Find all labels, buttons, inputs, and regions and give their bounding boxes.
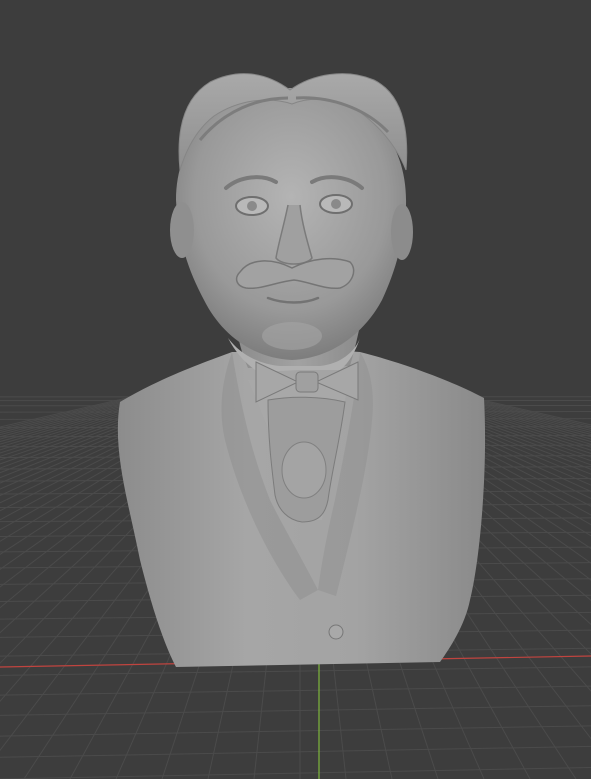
bow-tie-center [295, 371, 319, 393]
grid-line [0, 685, 591, 696]
iris-right [331, 199, 341, 209]
button [328, 624, 344, 640]
3d-viewport[interactable] [0, 0, 591, 779]
ear-left [170, 202, 194, 258]
grid-line [0, 666, 591, 676]
chin [262, 322, 322, 350]
grid-line [0, 725, 591, 737]
bust-sculpture[interactable] [117, 73, 486, 667]
grid-line [0, 705, 591, 716]
grid-line [0, 745, 591, 758]
ear-right [391, 204, 413, 260]
iris-left [247, 201, 257, 211]
tie-knot [281, 441, 327, 499]
grid-line [0, 766, 591, 779]
